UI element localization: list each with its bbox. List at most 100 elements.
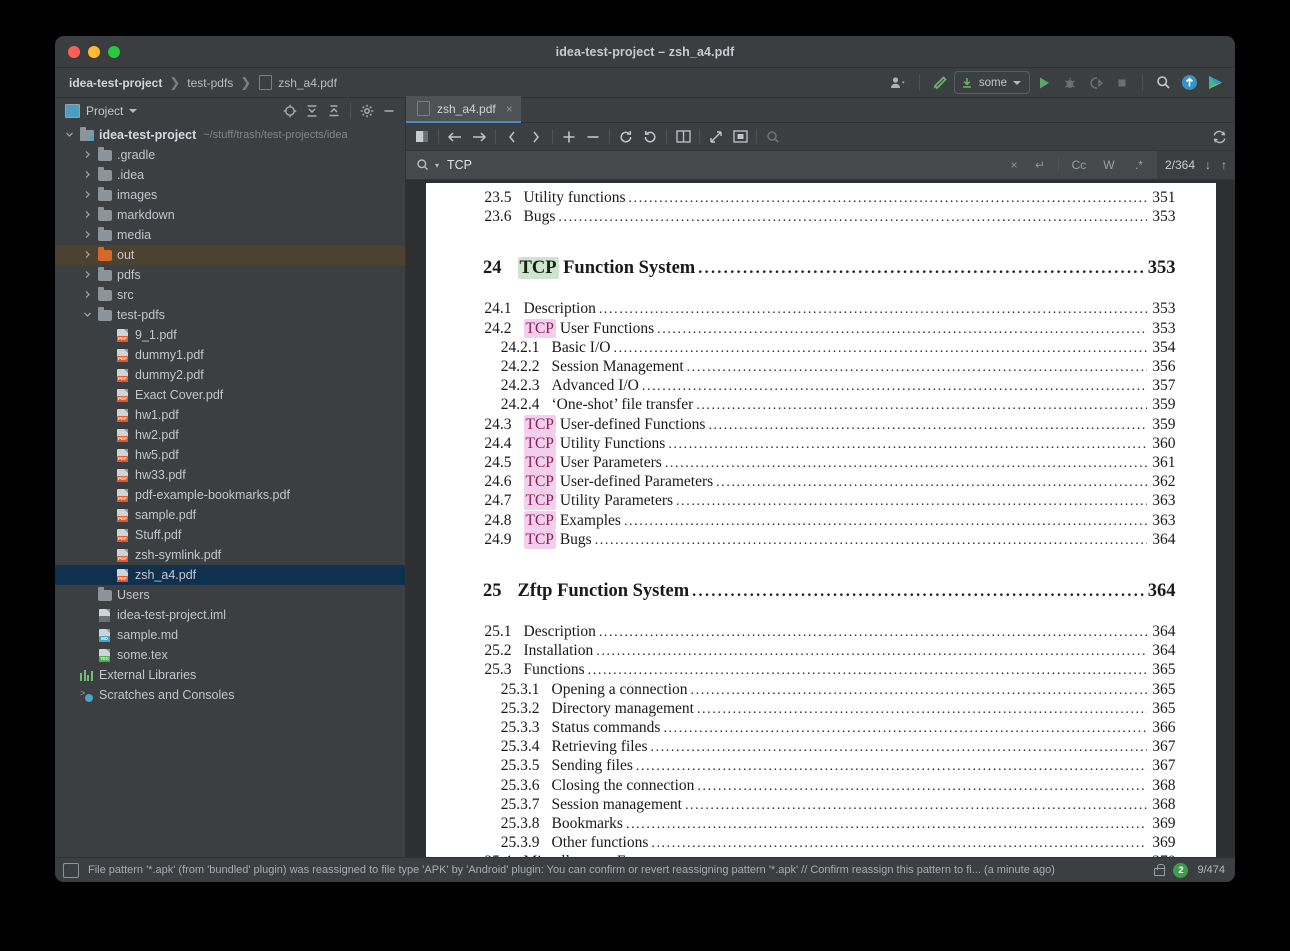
tree-node-dummy1-pdf[interactable]: PDF dummy1.pdf (55, 345, 405, 365)
toc-entry[interactable]: 25.3.5 Sending files.....................… (466, 757, 1176, 776)
run-with-coverage-button[interactable] (1084, 72, 1108, 94)
tree-node-zsh-symlink-pdf[interactable]: PDF zsh-symlink.pdf (55, 545, 405, 565)
chevron-right-icon[interactable] (81, 150, 93, 161)
new-line-search-icon[interactable]: ↵ (1028, 155, 1052, 175)
toc-entry[interactable]: 24.6 TCP User-defined Parameters.........… (466, 472, 1176, 492)
chevron-right-icon[interactable] (81, 190, 93, 201)
toc-entry[interactable]: 25.3.4 Retrieving files..................… (466, 738, 1176, 757)
tree-node-sample-pdf[interactable]: PDF sample.pdf (55, 505, 405, 525)
toc-entry[interactable]: 23.6 Bugs................................… (466, 208, 1175, 227)
settings-gear-icon[interactable] (357, 101, 377, 121)
toc-entry[interactable]: 24.9 TCP Bugs............................… (466, 529, 1176, 550)
fit-page-button[interactable] (704, 126, 728, 147)
toggle-tool-windows-icon[interactable] (63, 862, 79, 878)
toc-entry[interactable]: 24.2.3 Advanced I/O......................… (466, 377, 1176, 396)
next-match-button[interactable]: ↓ (1205, 158, 1211, 172)
debug-button[interactable] (1058, 72, 1082, 94)
toc-entry[interactable]: 24.5 TCP User Parameters.................… (466, 453, 1176, 473)
run-configuration-selector[interactable]: some (953, 71, 1030, 94)
toc-entry[interactable]: 24.2.4 ‘One-shot’ file transfer..........… (466, 396, 1176, 415)
toc-entry[interactable]: 25.3 Functions...........................… (466, 661, 1175, 680)
toc-entry[interactable]: 24 TCP Function System...................… (466, 253, 1176, 284)
regex-option[interactable]: .* (1125, 155, 1153, 175)
chevron-right-icon[interactable] (81, 290, 93, 301)
breadcrumb-item-file[interactable]: zsh_a4.pdf (254, 75, 341, 91)
rotate-clockwise-icon[interactable] (614, 126, 638, 147)
toc-entry[interactable]: 25.2 Installation........................… (466, 642, 1175, 661)
search-history-chevron-icon[interactable]: ▾ (435, 161, 439, 170)
find-button[interactable] (761, 126, 785, 147)
tree-node-idea[interactable]: .idea (55, 165, 405, 185)
user-account-icon[interactable] (887, 72, 911, 94)
toc-entry[interactable]: 25.3.9 Other functions...................… (466, 834, 1176, 853)
lock-icon[interactable] (1153, 864, 1166, 876)
toc-entry[interactable]: 24.1 Description.........................… (466, 300, 1175, 319)
match-case-option[interactable]: Cc (1065, 155, 1093, 175)
tree-node-hw33-pdf[interactable]: PDF hw33.pdf (55, 465, 405, 485)
rotate-counterclockwise-icon[interactable] (638, 126, 662, 147)
tree-node-images[interactable]: images (55, 185, 405, 205)
close-tab-icon[interactable]: × (506, 102, 513, 116)
tree-node-media[interactable]: media (55, 225, 405, 245)
stop-button[interactable] (1110, 72, 1134, 94)
chevron-right-icon[interactable] (81, 270, 93, 281)
toc-entry[interactable]: 25.3.2 Directory management..............… (466, 700, 1176, 719)
reload-document-button[interactable] (1207, 126, 1231, 147)
toc-entry[interactable]: 24.2.2 Session Management................… (466, 358, 1176, 377)
tree-node-hw1-pdf[interactable]: PDF hw1.pdf (55, 405, 405, 425)
status-message[interactable]: File pattern '*.apk' (from 'bundled' plu… (88, 864, 1144, 876)
chevron-right-icon[interactable] (81, 230, 93, 241)
search-everywhere-button[interactable] (1151, 72, 1175, 94)
minimize-window-button[interactable] (88, 45, 100, 58)
hide-panel-icon[interactable] (379, 101, 399, 121)
tree-node-hw5-pdf[interactable]: PDF hw5.pdf (55, 445, 405, 465)
run-button[interactable] (1032, 72, 1056, 94)
collapse-all-icon[interactable] (324, 101, 344, 121)
next-page-button[interactable] (524, 126, 548, 147)
notification-badge[interactable]: 2 (1173, 862, 1189, 878)
tree-node-markdown[interactable]: markdown (55, 205, 405, 225)
toc-entry[interactable]: 25.3.3 Status commands...................… (466, 719, 1176, 738)
tree-node-sample-md[interactable]: MD sample.md (55, 625, 405, 645)
tree-node-exact-cover-pdf[interactable]: PDF Exact Cover.pdf (55, 385, 405, 405)
toc-entry[interactable]: 25 Zftp Function System..................… (466, 576, 1176, 607)
tree-node-users[interactable]: Users (55, 585, 405, 605)
locate-icon[interactable] (280, 101, 300, 121)
zoom-out-button[interactable] (581, 126, 605, 147)
chevron-down-icon[interactable] (81, 310, 93, 321)
tree-node-stuff-pdf[interactable]: PDF Stuff.pdf (55, 525, 405, 545)
tree-node-dummy2-pdf[interactable]: PDF dummy2.pdf (55, 365, 405, 385)
toc-entry[interactable]: 24.3 TCP User-defined Functions..........… (466, 414, 1176, 435)
close-window-button[interactable] (68, 45, 80, 58)
tree-node-hw2-pdf[interactable]: PDF hw2.pdf (55, 425, 405, 445)
tree-node-9-1-pdf[interactable]: PDF 9_1.pdf (55, 325, 405, 345)
toggle-sidebar-button[interactable] (410, 126, 434, 147)
breadcrumb-item-folder[interactable]: test-pdfs (183, 75, 237, 91)
chevron-right-icon[interactable] (81, 250, 93, 261)
tree-node-external-libraries[interactable]: External Libraries (55, 665, 405, 685)
toc-entry[interactable]: 25.4Miscellaneous Features..............… (466, 853, 1175, 857)
fit-width-button[interactable] (728, 126, 752, 147)
toc-entry[interactable]: 24.2 TCP User Functions..................… (466, 318, 1176, 339)
toc-entry[interactable]: 25.3.8 Bookmarks.........................… (466, 815, 1176, 834)
tree-node-zsh-a4-pdf[interactable]: PDF zsh_a4.pdf (55, 565, 405, 585)
navigate-forward-button[interactable] (467, 126, 491, 147)
tree-node-pdf-example-bookmarks-pdf[interactable]: PDF pdf-example-bookmarks.pdf (55, 485, 405, 505)
toc-entry[interactable]: 25.3.6 Closing the connection............… (466, 777, 1176, 796)
tree-node-out[interactable]: out (55, 245, 405, 265)
tree-node-src[interactable]: src (55, 285, 405, 305)
expand-all-icon[interactable] (302, 101, 322, 121)
update-project-button[interactable] (1177, 72, 1201, 94)
previous-match-button[interactable]: ↑ (1221, 158, 1227, 172)
project-tree[interactable]: idea-test-project ~/stuff/trash/test-proj… (55, 123, 405, 857)
toc-entry[interactable]: 24.7 TCP Utility Parameters..............… (466, 491, 1176, 511)
previous-page-button[interactable] (500, 126, 524, 147)
search-input[interactable]: ▾ TCP (406, 158, 472, 172)
ide-logo-icon[interactable] (1203, 72, 1227, 94)
tab-zsh-a4-pdf[interactable]: zsh_a4.pdf × (406, 96, 521, 123)
breadcrumb-item-project[interactable]: idea-test-project (65, 75, 166, 91)
toc-entry[interactable]: 23.5 Utility functions...................… (466, 189, 1175, 208)
project-tool-window-title[interactable]: Project (65, 103, 138, 118)
tree-node-gradle[interactable]: .gradle (55, 145, 405, 165)
chevron-right-icon[interactable] (81, 210, 93, 221)
